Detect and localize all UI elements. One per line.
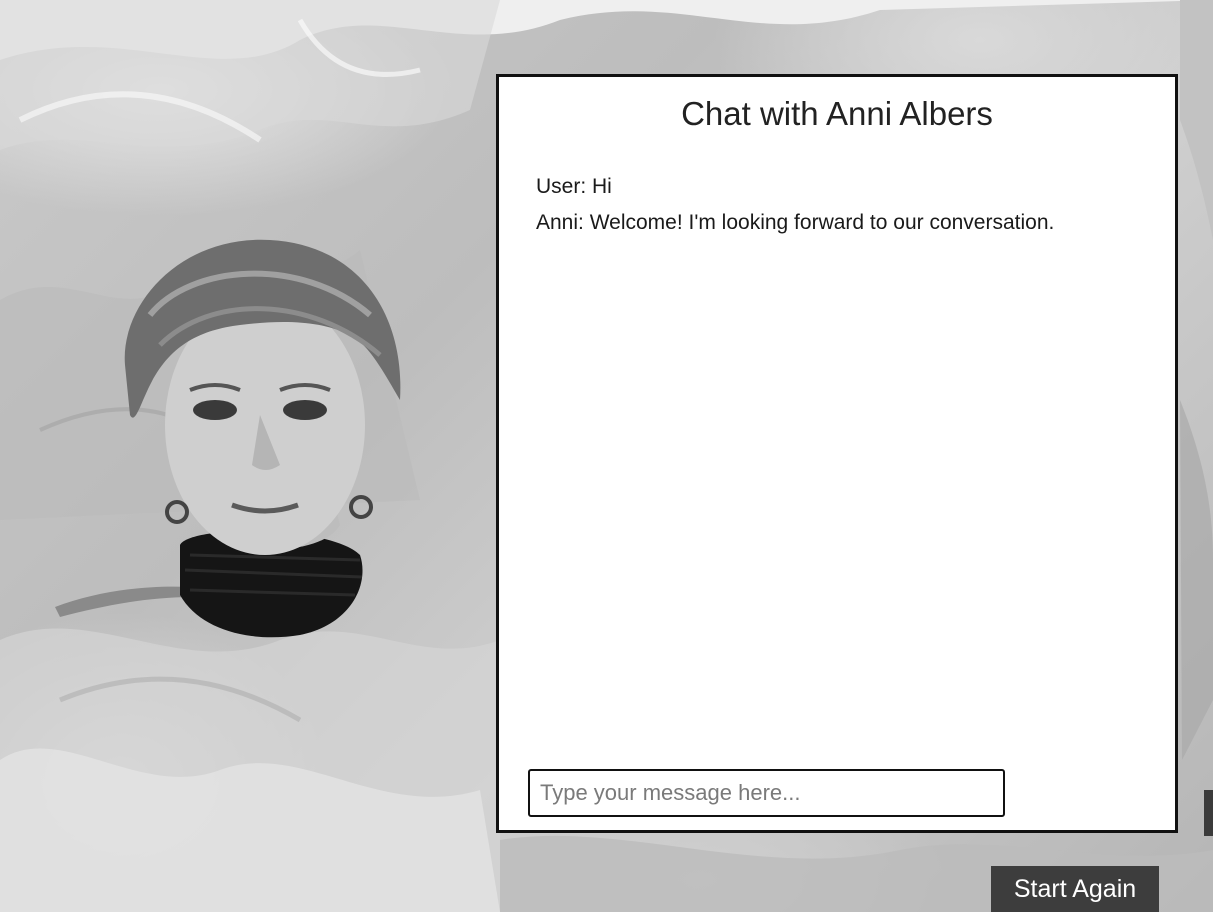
message-input[interactable] [528,769,1005,817]
assistant-message: Anni: Welcome! I'm looking forward to ou… [536,211,1055,234]
chat-panel: Chat with Anni Albers User: Hi Anni: Wel… [496,74,1178,833]
chat-title: Chat with Anni Albers [681,95,993,132]
user-message: User: Hi [536,175,612,198]
send-button-partial[interactable] [1204,790,1213,836]
message-list: User: Hi Anni: Welcome! I'm looking forw… [536,169,1155,241]
anni-albers-portrait [55,239,401,638]
app-stage: Chat with Anni Albers User: Hi Anni: Wel… [0,0,1213,912]
start-again-button[interactable]: Start Again [991,866,1159,912]
